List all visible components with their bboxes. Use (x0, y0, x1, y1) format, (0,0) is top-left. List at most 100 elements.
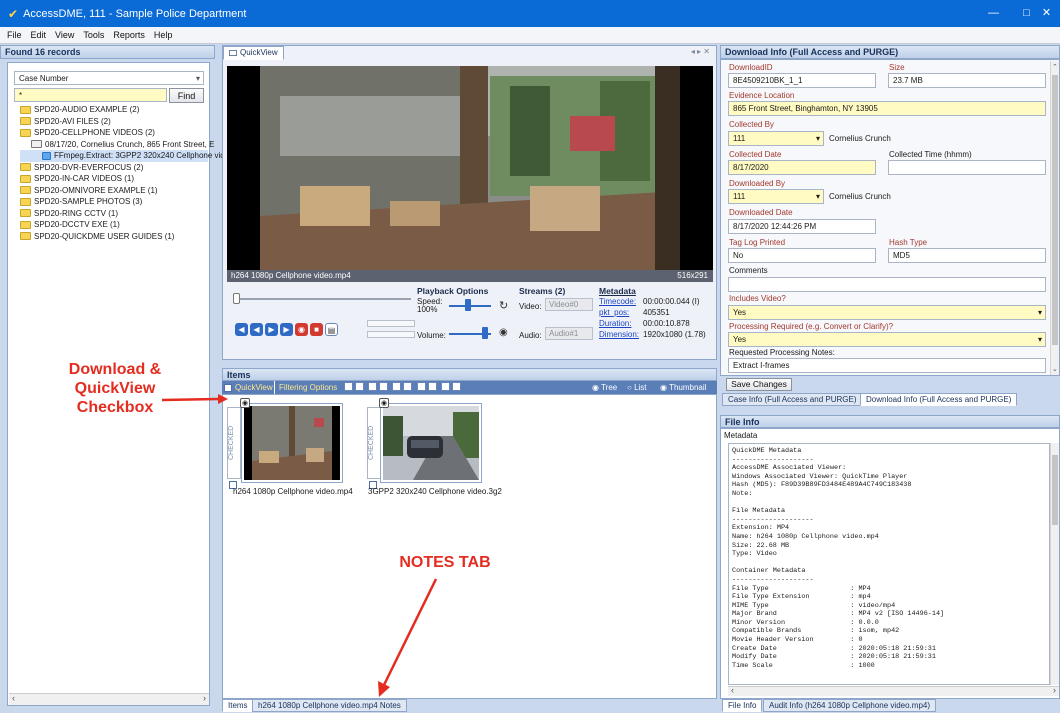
tab-case-info[interactable]: Case Info (Full Access and PURGE) (722, 393, 863, 406)
rewind-icon[interactable]: ◀ (235, 323, 248, 336)
tree-item[interactable]: SPD20-DVR-EVERFOCUS (2) (20, 162, 208, 174)
collected-date-field[interactable]: 8/17/2020 (728, 160, 876, 175)
tree-item[interactable]: SPD20-CELLPHONE VIDEOS (2) (20, 127, 208, 139)
snapshot-icon[interactable]: ◉ (295, 323, 308, 336)
metadata-textbox[interactable]: QuickDME Metadata -------------------- A… (728, 443, 1050, 685)
filter-text-icon[interactable] (416, 382, 426, 392)
menu-view[interactable]: View (55, 30, 74, 40)
metadata-key[interactable]: Timecode: (599, 297, 643, 306)
video-viewport[interactable] (227, 66, 713, 270)
scroll-left-icon[interactable]: ‹ (731, 685, 734, 695)
minimize-icon[interactable]: — (977, 0, 1010, 27)
find-button[interactable]: Find (169, 88, 204, 103)
tab-download-info[interactable]: Download Info (Full Access and PURGE) (860, 393, 1018, 406)
requested-notes-field[interactable]: Extract I-frames (728, 358, 1046, 373)
tree-item[interactable]: SPD20-DCCTV EXE (1) (20, 219, 208, 231)
play-icon[interactable]: ▶ (265, 323, 278, 336)
menu-reports[interactable]: Reports (113, 30, 145, 40)
speed-slider-thumb[interactable] (465, 299, 471, 311)
filter-exe-icon[interactable] (440, 382, 450, 392)
filter-video-icon[interactable] (344, 382, 353, 392)
scroll-right-icon[interactable]: › (1053, 685, 1056, 695)
menu-help[interactable]: Help (154, 30, 173, 40)
search-input[interactable]: * (14, 88, 167, 102)
tab-quickview[interactable]: QuickView (223, 46, 284, 60)
downloaded-by-select[interactable]: 111 ▾ (728, 189, 824, 204)
tag-log-field[interactable]: No (728, 248, 876, 263)
quickview-badge-icon: ◉ (379, 398, 389, 408)
close-icon[interactable]: ✕ (1030, 0, 1060, 27)
record-icon[interactable]: ■ (310, 323, 323, 336)
tree-item[interactable]: 08/17/20, Cornelius Crunch, 865 Front St… (20, 139, 214, 151)
hash-type-field[interactable]: MD5 (888, 248, 1046, 263)
view-list-option[interactable]: ○ List (627, 383, 647, 392)
metadata-vertical-scrollbar[interactable] (1050, 443, 1059, 685)
includes-video-select[interactable]: Yes ▾ (728, 305, 1046, 320)
seek-slider-thumb[interactable] (233, 293, 240, 304)
scroll-up-icon[interactable]: ⌃ (1052, 63, 1058, 71)
size-field[interactable]: 23.7 MB (888, 73, 1046, 88)
save-changes-button[interactable]: Save Changes (726, 378, 792, 391)
tree-item[interactable]: FFmpeg.Extract: 3GPP2 320x240 Cellphone … (20, 150, 229, 162)
camera-icon[interactable]: ◉ (499, 327, 508, 338)
hash-type-label: Hash Type (889, 238, 928, 247)
step-forward-icon[interactable]: ▶ (280, 323, 293, 336)
menu-file[interactable]: File (7, 30, 22, 40)
view-tree-option[interactable]: ◉ Tree (592, 383, 617, 392)
volume-slider-thumb[interactable] (482, 327, 488, 339)
tab-audit-info[interactable]: Audit Info (h264 1080p Cellphone video.m… (763, 699, 936, 712)
tree-item[interactable]: SPD20-IN-CAR VIDEOS (1) (20, 173, 208, 185)
tree-item[interactable]: SPD20-SAMPLE PHOTOS (3) (20, 196, 208, 208)
filter-archive-icon[interactable] (427, 382, 437, 392)
filter-document-icon[interactable] (379, 382, 389, 392)
downloaded-date-field[interactable]: 8/17/2020 12:44:26 PM (728, 219, 876, 234)
step-back-icon[interactable]: ◀ (250, 323, 263, 336)
video-stream-select[interactable]: Video#0 (545, 298, 593, 311)
download-id-field[interactable]: 8E4509210BK_1_1 (728, 73, 876, 88)
notes-icon[interactable]: ▤ (325, 323, 338, 336)
tree-item-label: SPD20-RING CCTV (1) (34, 208, 119, 218)
view-thumbnail-option[interactable]: ◉ Thumbnail (660, 383, 706, 392)
metadata-horizontal-scrollbar[interactable]: ‹ › (728, 685, 1059, 696)
filter-headphone-icon[interactable] (392, 382, 402, 392)
processing-required-select[interactable]: Yes ▾ (728, 332, 1046, 347)
menu-tools[interactable]: Tools (83, 30, 104, 40)
thumbnail-2[interactable]: ◉ (379, 398, 482, 483)
tree-item[interactable]: SPD20-OMNIVORE EXAMPLE (1) (20, 185, 208, 197)
search-field-select[interactable]: Case Number ▾ (14, 71, 204, 85)
horizontal-scrollbar[interactable]: ‹ › (9, 693, 209, 705)
audio-stream-select[interactable]: Audio#1 (545, 327, 593, 340)
seek-track[interactable] (233, 298, 411, 300)
metadata-key[interactable]: pkt_pos: (599, 308, 643, 317)
thumbnail-1[interactable]: ◉ (240, 398, 343, 483)
tree-item[interactable]: SPD20-RING CCTV (1) (20, 208, 208, 220)
vertical-scrollbar[interactable]: ⌃ ⌄ (1050, 61, 1059, 375)
filter-audio-icon[interactable] (368, 382, 378, 392)
tree-item[interactable]: SPD20-AVI FILES (2) (20, 116, 208, 128)
panel-controls-icon[interactable]: ◂ ▸ ✕ (691, 47, 710, 56)
menu-edit[interactable]: Edit (31, 30, 47, 40)
metadata-key[interactable]: Dimension: (599, 330, 643, 339)
metadata-scrollbar-thumb[interactable] (1052, 455, 1058, 525)
scroll-right-icon[interactable]: › (203, 693, 206, 703)
tab-items[interactable]: Items (222, 699, 254, 712)
collected-time-field[interactable] (888, 160, 1046, 175)
quickview-checkbox[interactable] (224, 383, 232, 392)
scroll-left-icon[interactable]: ‹ (12, 693, 15, 703)
comments-field[interactable] (728, 277, 1046, 292)
filter-misc-icon[interactable] (451, 382, 461, 392)
tab-file-info[interactable]: File Info (722, 699, 763, 712)
filter-photo-icon[interactable] (355, 382, 364, 392)
filter-icons[interactable] (344, 382, 463, 392)
tab-notes[interactable]: h264 1080p Cellphone video.mp4 Notes (252, 699, 407, 712)
scroll-down-icon[interactable]: ⌄ (1052, 365, 1058, 373)
filter-image-icon[interactable] (403, 382, 413, 392)
filtering-options-link[interactable]: Filtering Options (279, 383, 337, 392)
tree-item[interactable]: SPD20-QUICKDME USER GUIDES (1) (20, 231, 208, 243)
collected-by-select[interactable]: 111 ▾ (728, 131, 824, 146)
tree-item[interactable]: SPD20-AUDIO EXAMPLE (2) (20, 104, 208, 116)
evidence-location-field[interactable]: 865 Front Street, Binghamton, NY 13905 (728, 101, 1046, 116)
metadata-key[interactable]: Duration: (599, 319, 643, 328)
scrollbar-thumb[interactable] (1052, 75, 1058, 345)
refresh-icon[interactable]: ↻ (499, 299, 508, 312)
